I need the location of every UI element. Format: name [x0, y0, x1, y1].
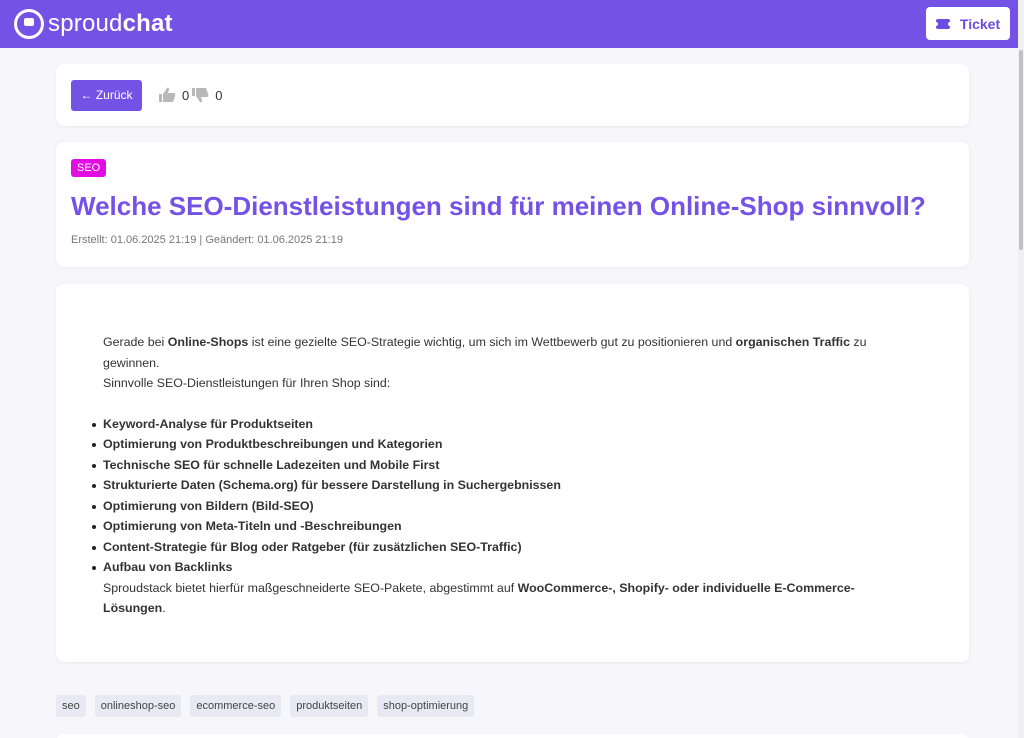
seo-services-list: Keyword-Analyse für Produktseiten Optimi… [92, 414, 949, 578]
tag-produktseiten[interactable]: produktseiten [290, 695, 369, 717]
intro-line-2: Sinnvolle SEO-Dienstleistungen für Ihren… [103, 376, 391, 390]
tag-seo[interactable]: seo [56, 695, 86, 717]
article-header-card: SEO Welche SEO-Dienstleistungen sind für… [56, 142, 969, 267]
ticket-icon [933, 18, 952, 29]
article-actions-card: ← Zurück 0 0 [56, 64, 969, 126]
article-body-card: Gerade bei Online-Shops ist eine gezielt… [56, 284, 969, 662]
thumbs-up-icon[interactable] [158, 87, 176, 103]
back-button[interactable]: ← Zurück [71, 79, 142, 111]
tag-list: seo onlineshop-seo ecommerce-seo produkt… [56, 695, 483, 717]
list-item: Content-Strategie für Blog oder Ratgeber… [92, 537, 949, 558]
ticket-button-label: Ticket [959, 15, 1001, 32]
intro-paragraph: Gerade bei Online-Shops ist eine gezielt… [103, 335, 867, 370]
category-badge[interactable]: SEO [71, 159, 107, 177]
list-item: Aufbau von Backlinks [92, 557, 949, 578]
closing-paragraph: Sproudstack bietet hierfür maßgeschneide… [103, 580, 855, 616]
thumbs-up-count: 0 [182, 87, 190, 103]
sproudchat-logo[interactable]: sproudchat [14, 9, 173, 39]
thumbs-down-count: 0 [215, 87, 223, 103]
list-item: Technische SEO für schnelle Ladezeiten u… [92, 455, 949, 476]
list-item: Optimierung von Meta-Titeln und -Beschre… [92, 516, 949, 537]
chat-bubble-icon [14, 9, 44, 39]
tag-onlineshop-seo[interactable]: onlineshop-seo [94, 695, 182, 717]
list-item: Optimierung von Bildern (Bild-SEO) [92, 496, 949, 517]
list-item: Optimierung von Produktbeschreibungen un… [92, 434, 949, 455]
tag-ecommerce-seo[interactable]: ecommerce-seo [190, 695, 282, 717]
scrollbar-thumb[interactable] [1019, 50, 1023, 250]
list-item: Strukturierte Daten (Schema.org) für bes… [92, 475, 949, 496]
tag-shop-optimierung[interactable]: shop-optimierung [377, 695, 475, 717]
ticket-button[interactable]: Ticket [926, 7, 1010, 40]
logo-text: sproudchat [48, 10, 173, 37]
vote-controls: 0 0 [158, 87, 224, 103]
list-item: Keyword-Analyse für Produktseiten [92, 414, 949, 435]
article-title: Welche SEO-Dienstleistungen sind für mei… [71, 191, 926, 221]
top-navbar: sproudchat Ticket [0, 0, 1024, 48]
vertical-scrollbar[interactable] [1018, 0, 1024, 738]
article-meta: Erstellt: 01.06.2025 21:19 | Geändert: 0… [71, 234, 343, 246]
next-card-edge [56, 734, 969, 738]
thumbs-down-icon[interactable] [191, 87, 209, 103]
